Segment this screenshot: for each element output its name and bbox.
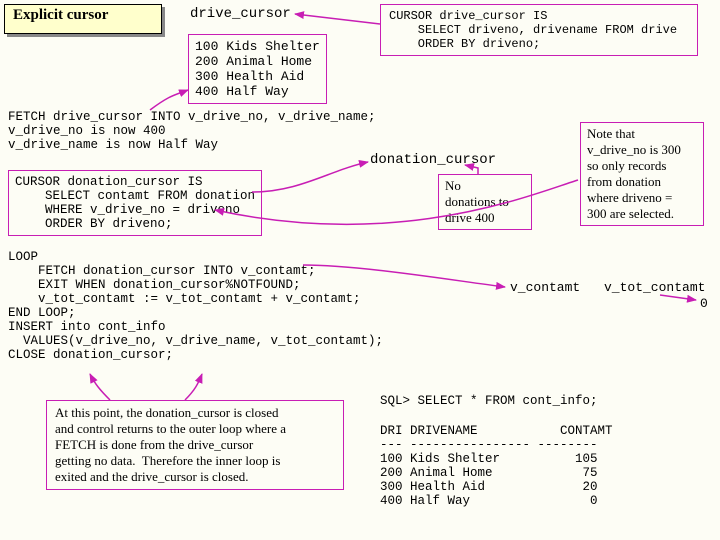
v-tot-contamt-label: v_tot_contamt [604,280,705,295]
sql-query: SQL> SELECT * FROM cont_info; [380,394,598,408]
drive-cursor-data: 100 Kids Shelter 200 Animal Home 300 Hea… [195,39,320,99]
fetch-text: FETCH drive_cursor INTO v_drive_no, v_dr… [8,110,376,152]
no-donations-text: No donations to drive 400 [445,178,525,226]
drive-cursor-def-box: CURSOR drive_cursor IS SELECT driveno, d… [380,4,698,56]
donation-cursor-heading: donation_cursor [370,152,496,168]
donation-cursor-def: CURSOR donation_cursor IS SELECT contamt… [15,175,255,231]
title-box: Explicit cursor [4,4,162,34]
no-donations-box: No donations to drive 400 [438,174,532,230]
closing-note-box: At this point, the donation_cursor is cl… [46,400,344,490]
drive-cursor-def: CURSOR drive_cursor IS SELECT driveno, d… [389,9,689,51]
drive-cursor-data-box: 100 Kids Shelter 200 Animal Home 300 Hea… [188,34,327,104]
title-text: Explicit cursor [13,7,108,23]
v-contamt-label: v_contamt [510,280,580,295]
loop-code: LOOP FETCH donation_cursor INTO v_contam… [8,250,383,362]
v-tot-contamt-value: 0 [700,296,708,311]
drive-cursor-heading: drive_cursor [190,6,291,22]
note-box: Note that v_drive_no is 300 so only reco… [580,122,704,226]
donation-cursor-def-box: CURSOR donation_cursor IS SELECT contamt… [8,170,262,236]
sql-result: DRI DRIVENAME CONTAMT --- --------------… [380,424,613,508]
closing-note-text: At this point, the donation_cursor is cl… [55,405,335,485]
note-text: Note that v_drive_no is 300 so only reco… [587,126,697,222]
